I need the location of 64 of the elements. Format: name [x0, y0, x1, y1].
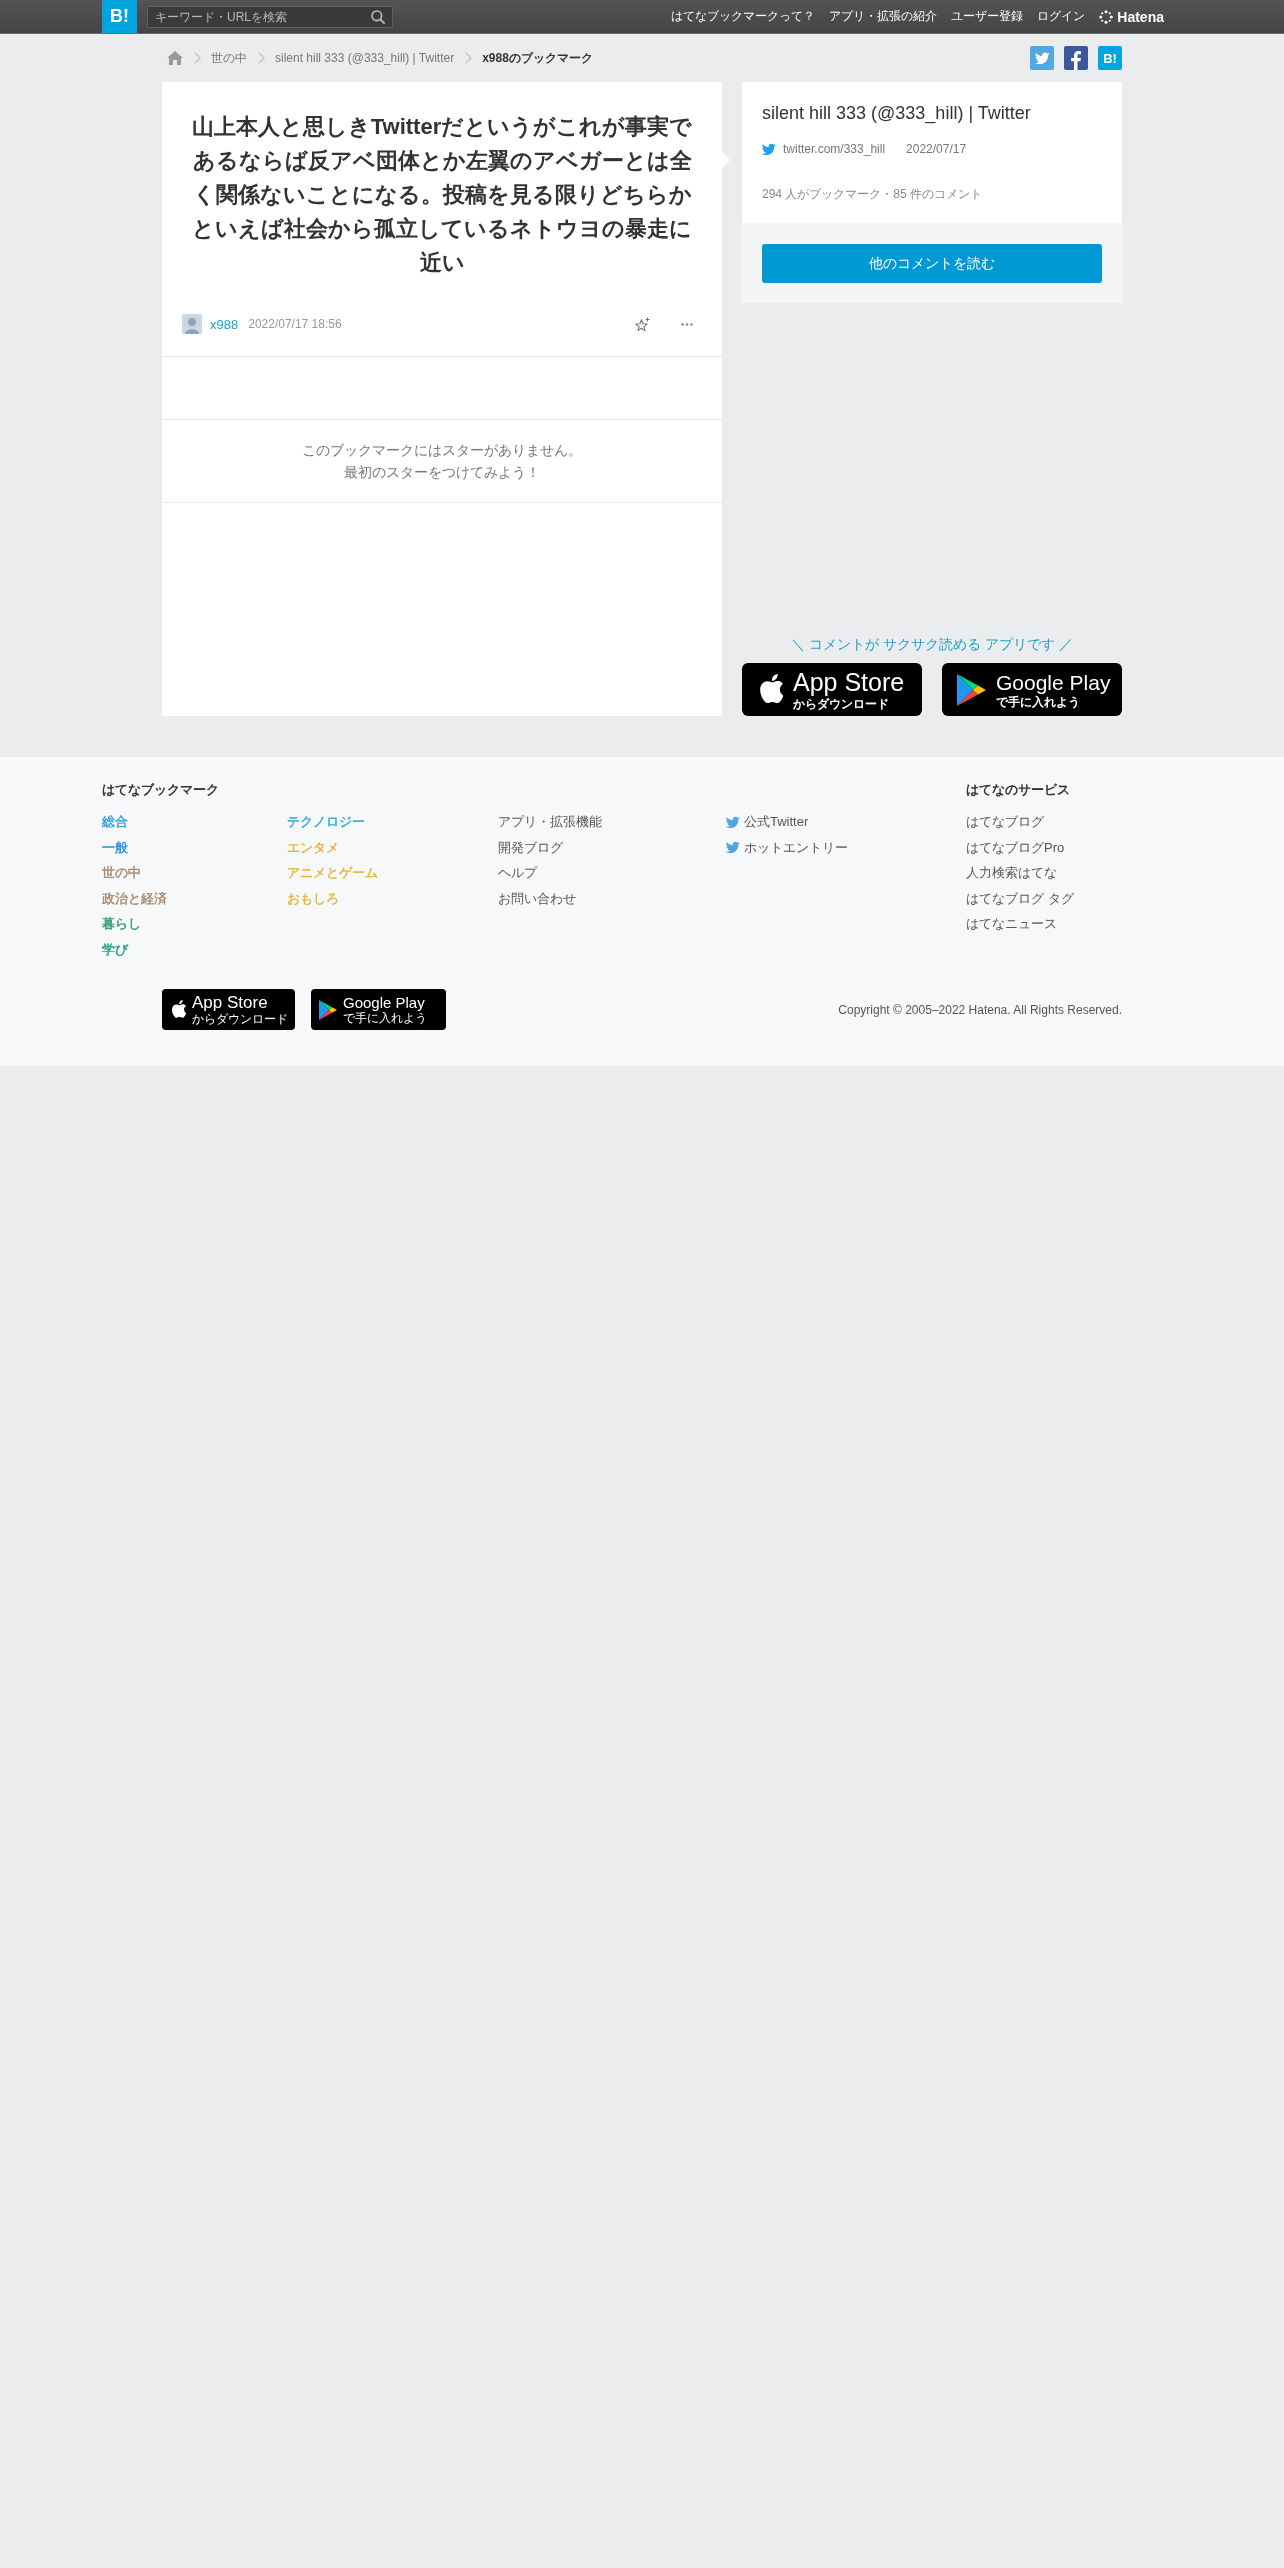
- service-link[interactable]: はてなブログPro: [966, 834, 1065, 860]
- footer-link[interactable]: アプリ・拡張機能: [498, 809, 602, 835]
- more-icon: [681, 322, 693, 326]
- app-promo-tagline: ＼ コメントが サクサク読める アプリです ／: [790, 635, 1074, 654]
- category-link[interactable]: 世の中: [102, 860, 141, 886]
- f-logo-icon: [1071, 51, 1081, 70]
- twitter-share-button[interactable]: [1030, 46, 1054, 70]
- facebook-share-button[interactable]: [1064, 46, 1088, 70]
- entry-title-link[interactable]: silent hill 333 (@333_hill) | Twitter: [762, 101, 1102, 125]
- bookmark-timestamp: 2022/07/17 18:56: [248, 317, 342, 331]
- search-field[interactable]: キーワード・URLを検索: [147, 5, 393, 28]
- avatar-icon[interactable]: [182, 314, 202, 334]
- home-icon: [167, 51, 183, 65]
- bookmark-comment: 山上本人と思しきTwitterだというがこれが事実であるならば反アベ団体とか左翼のアベガーとは全く関係ないことになる。投稿を見る限りどちらかといえば社会から孤立しているネトウヨの暴走に近い: [190, 113, 694, 277]
- breadcrumb-link[interactable]: silent hill 333 (@333_hill) | Twitter: [275, 51, 455, 65]
- bookmark-count: 294 人がブックマーク・85 件のコメント: [762, 186, 984, 202]
- add-star-button[interactable]: [635, 316, 650, 332]
- bird-icon: [726, 841, 740, 854]
- service-link[interactable]: はてなブログ: [966, 809, 1044, 835]
- category-link[interactable]: 学び: [102, 936, 128, 962]
- nav-link[interactable]: はてなブックマークって？: [671, 8, 816, 25]
- chevron-icon: [258, 52, 265, 64]
- category-link[interactable]: 暮らし: [102, 911, 141, 937]
- nav-link[interactable]: ログイン: [1037, 8, 1086, 25]
- nav-link[interactable]: アプリ・拡張の紹介: [829, 8, 938, 25]
- apple-icon: [757, 674, 783, 705]
- app-store-badge[interactable]: Google Play で手に入れよう: [942, 663, 1122, 716]
- chevron-icon: [465, 52, 473, 64]
- service-link[interactable]: はてなブログ タグ: [966, 885, 1074, 911]
- breadcrumb-current: x988のブックマーク: [482, 49, 593, 67]
- more-button[interactable]: [681, 322, 693, 326]
- play-triangle-icon: [957, 673, 986, 706]
- footer-link[interactable]: 開発ブログ: [498, 834, 563, 860]
- entry-date: 2022/07/17: [906, 142, 967, 156]
- copyright-text: Copyright © 2005–2022 Hatena. All Rights Reserved.: [838, 1002, 1122, 1017]
- apple-icon: [170, 1000, 186, 1019]
- category-link[interactable]: 政治と経済: [102, 885, 167, 911]
- footer-heading: はてなのサービス: [966, 781, 1071, 799]
- app-store-badge[interactable]: App Store からダウンロード: [162, 989, 295, 1030]
- chevron-icon: [194, 52, 201, 64]
- no-stars-message: このブックマークにはスターがありません。: [301, 441, 583, 460]
- category-link[interactable]: 一般: [102, 834, 128, 860]
- nav-link[interactable]: ユーザー登録: [951, 8, 1024, 25]
- bird-icon: [726, 815, 740, 828]
- dots-burst-icon: [1099, 9, 1114, 24]
- service-link[interactable]: はてなニュース: [966, 911, 1057, 937]
- bird-icon: [1034, 52, 1050, 64]
- play-triangle-icon: [319, 999, 337, 1020]
- no-stars-message: 最初のスターをつけてみよう！: [343, 463, 541, 482]
- bird-icon: [762, 143, 776, 155]
- app-store-badge[interactable]: Google Play で手に入れよう: [311, 989, 446, 1030]
- service-link[interactable]: 人力検索はてな: [966, 860, 1057, 886]
- footer-heading: はてなブックマーク: [102, 781, 220, 799]
- home-link[interactable]: [167, 51, 183, 65]
- star-plus-icon: [635, 316, 650, 332]
- footer-social-link[interactable]: 公式Twitter: [726, 809, 809, 835]
- footer-social-link[interactable]: ホットエントリー: [726, 834, 848, 860]
- footer-link[interactable]: ヘルプ: [498, 860, 537, 886]
- footer-link[interactable]: お問い合わせ: [498, 885, 576, 911]
- breadcrumb-link[interactable]: 世の中: [211, 49, 247, 67]
- brand-logo[interactable]: Hatena: [1099, 8, 1164, 25]
- entry-domain-link[interactable]: twitter.com/333_hill: [783, 142, 886, 156]
- app-store-badge[interactable]: App Store からダウンロード: [742, 663, 922, 716]
- search-icon[interactable]: [371, 9, 385, 24]
